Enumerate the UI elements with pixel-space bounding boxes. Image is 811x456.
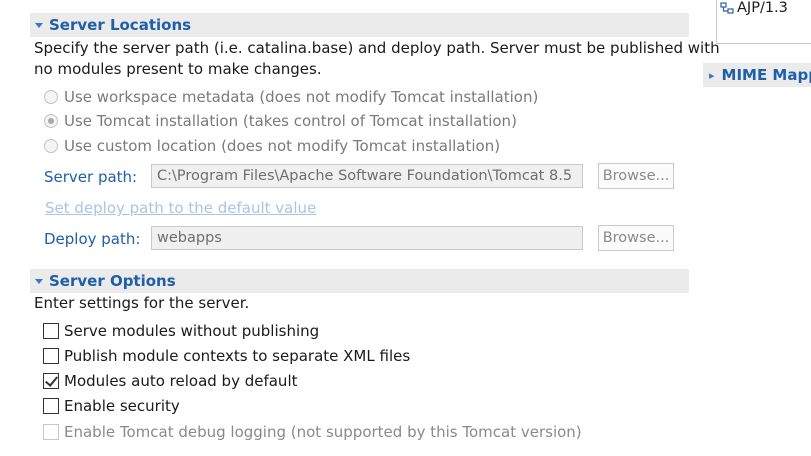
radio-workspace-metadata[interactable]: Use workspace metadata (does not modify …: [44, 88, 538, 106]
checkbox-icon[interactable]: [43, 323, 59, 339]
checkbox-publish-module-contexts[interactable]: Publish module contexts to separate XML …: [43, 347, 410, 365]
server-options-header[interactable]: Server Options: [30, 269, 689, 293]
server-locations-header[interactable]: Server Locations: [30, 13, 689, 37]
radio-label: Use custom location (does not modify Tom…: [64, 137, 501, 155]
checkbox-label: Enable security: [64, 397, 180, 415]
collapse-triangle-icon[interactable]: [35, 22, 43, 28]
mime-mappings-header[interactable]: ▸ MIME Mappings: [703, 63, 811, 87]
checkbox-icon[interactable]: [43, 398, 59, 414]
radio-button-icon[interactable]: [44, 90, 58, 104]
radio-button-selected-icon[interactable]: [44, 114, 58, 128]
deploy-path-browse-button[interactable]: Browse...: [598, 225, 674, 251]
checkbox-enable-tomcat-debug-logging: Enable Tomcat debug logging (not support…: [43, 423, 582, 441]
expand-chevron-icon[interactable]: ▸: [709, 69, 715, 82]
collapse-triangle-icon[interactable]: [35, 278, 43, 284]
port-name: AJP/1.3: [737, 0, 788, 16]
mime-mappings-title: MIME Mappings: [721, 66, 811, 84]
checkbox-label: Enable Tomcat debug logging (not support…: [64, 423, 582, 441]
ports-table-row[interactable]: AJP/1.3: [720, 0, 788, 16]
deploy-path-label: Deploy path:: [44, 230, 141, 248]
server-path-input[interactable]: C:\Program Files\Apache Software Foundat…: [151, 164, 583, 188]
server-path-browse-button[interactable]: Browse...: [598, 163, 674, 189]
server-locations-description-line2: no modules present to make changes.: [34, 60, 322, 78]
radio-custom-location[interactable]: Use custom location (does not modify Tom…: [44, 137, 500, 155]
checkbox-label: Publish module contexts to separate XML …: [64, 347, 411, 365]
port-icon: [720, 2, 734, 14]
server-options-description: Enter settings for the server.: [34, 294, 250, 312]
checkbox-icon[interactable]: [43, 348, 59, 364]
checkbox-modules-auto-reload[interactable]: Modules auto reload by default: [43, 372, 298, 390]
set-deploy-path-default-link[interactable]: Set deploy path to the default value: [45, 199, 316, 217]
checkbox-disabled-icon: [43, 424, 59, 440]
checkbox-enable-security[interactable]: Enable security: [43, 397, 180, 415]
radio-label: Use Tomcat installation (takes control o…: [64, 112, 517, 130]
checkbox-checked-icon[interactable]: [43, 373, 59, 389]
radio-button-icon[interactable]: [44, 139, 58, 153]
checkbox-serve-modules-without-publishing[interactable]: Serve modules without publishing: [43, 322, 319, 340]
server-options-title: Server Options: [49, 272, 176, 290]
server-locations-description-line1: Specify the server path (i.e. catalina.b…: [34, 39, 720, 57]
checkbox-label: Serve modules without publishing: [64, 322, 320, 340]
radio-tomcat-installation[interactable]: Use Tomcat installation (takes control o…: [44, 112, 517, 130]
checkbox-label: Modules auto reload by default: [64, 372, 298, 390]
radio-label: Use workspace metadata (does not modify …: [64, 88, 539, 106]
deploy-path-input[interactable]: webapps: [151, 226, 583, 250]
server-path-label: Server path:: [44, 168, 138, 186]
server-locations-title: Server Locations: [49, 16, 192, 34]
